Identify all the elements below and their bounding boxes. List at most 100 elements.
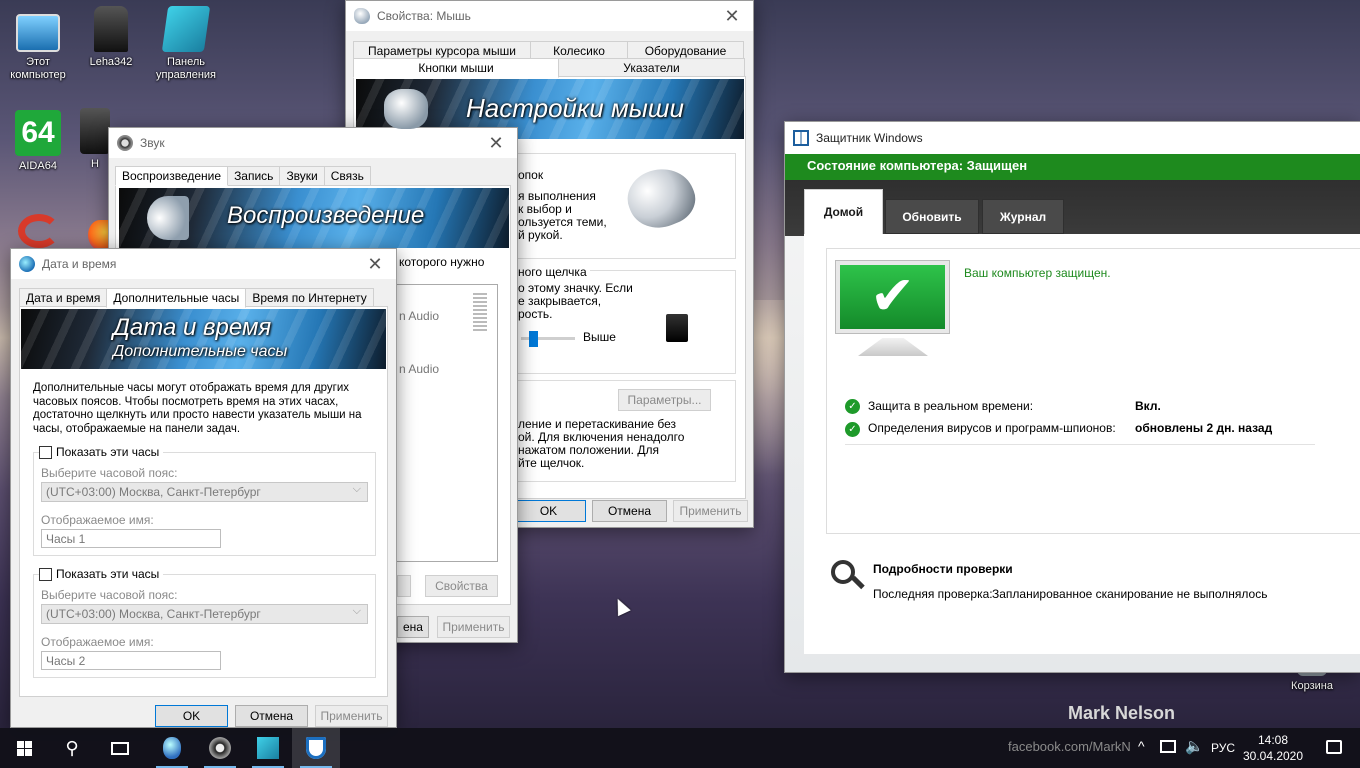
desktop-icon-this-pc[interactable]: Этот компьютер <box>0 8 76 82</box>
mouse-tab-row2: Кнопки мыши Указатели <box>353 58 745 78</box>
checkbox-icon[interactable] <box>39 568 52 582</box>
speaker-icon <box>117 135 133 151</box>
cancel-button[interactable]: Отмена <box>235 705 308 727</box>
apply-button[interactable]: Применить <box>437 616 510 638</box>
status-text: Состояние компьютера: Защищен <box>807 158 1028 173</box>
double-click-heading: ного щелчка <box>518 265 590 279</box>
device-name-2[interactable]: n Audio <box>399 362 439 376</box>
apply-button[interactable]: Применить <box>315 705 388 727</box>
banner-title: Воспроизведение <box>227 202 425 229</box>
close-icon[interactable]: ✕ <box>475 128 517 158</box>
clock2-tz-label: Выберите часовой пояс: <box>41 588 178 602</box>
monitor-checkmark-icon: ✔ <box>836 261 949 333</box>
definitions-check-icon: ✓ <box>845 422 860 437</box>
clock1-timezone-select[interactable]: (UTC+03:00) Москва, Санкт-Петербург <box>41 482 368 502</box>
taskbar-mouse-app[interactable] <box>148 728 196 768</box>
additional-clocks-description: Дополнительные часы могут отображать вре… <box>33 382 362 435</box>
banner-title: Дата и время <box>113 314 272 341</box>
network-icon[interactable] <box>1160 740 1176 753</box>
cancel-button[interactable]: Отмена <box>592 500 667 522</box>
window-title: Звук <box>140 136 165 150</box>
tab-additional-clocks[interactable]: Дополнительные часы <box>106 288 247 308</box>
show-hidden-icons[interactable]: ^ <box>1138 738 1145 754</box>
desktop-icon-user[interactable]: Leha342 <box>73 6 149 69</box>
close-icon[interactable]: ✕ <box>711 1 753 31</box>
sound-tabs: Воспроизведение Запись Звуки Связь <box>115 166 371 186</box>
search-button[interactable]: ⚲ <box>48 728 96 768</box>
text-line: й рукой. <box>518 228 563 242</box>
status-divider <box>845 444 1315 445</box>
banner-subtitle: Дополнительные часы <box>113 343 288 360</box>
properties-button[interactable]: Свойства <box>425 575 498 597</box>
text-line: рость. <box>518 307 553 321</box>
speaker-banner-icon <box>147 196 189 240</box>
aida64-icon: 64 <box>15 110 61 156</box>
buttons-config-text: опок я выполнения к выбор и ользуется те… <box>518 169 607 242</box>
tab-playback[interactable]: Воспроизведение <box>115 166 229 186</box>
folder-test-icon[interactable] <box>666 314 688 342</box>
clock2-timezone-select[interactable]: (UTC+03:00) Москва, Санкт-Петербург <box>41 604 368 624</box>
tab-communications[interactable]: Связь <box>323 166 371 186</box>
tab-history[interactable]: Журнал <box>982 199 1064 234</box>
defender-titlebar[interactable]: Защитник Windows <box>785 122 1360 154</box>
definitions-label: Определения вирусов и программ-шпионов: <box>868 421 1116 435</box>
volume-icon[interactable]: 🔈 <box>1185 737 1204 755</box>
datetime-titlebar[interactable]: Дата и время ✕ <box>11 249 396 279</box>
mouse-titlebar[interactable]: Свойства: Мышь ✕ <box>346 1 753 31</box>
taskbar-defender-app[interactable] <box>292 728 340 768</box>
wallpaper-watermark-url: facebook.com/MarkN <box>1008 739 1131 754</box>
tab-buttons[interactable]: Кнопки мыши <box>353 58 559 78</box>
mouse-cursor-icon <box>611 595 631 617</box>
taskbar-sound-app[interactable] <box>196 728 244 768</box>
sound-titlebar[interactable]: Звук ✕ <box>109 128 517 158</box>
click-lock-settings-button[interactable]: Параметры... <box>618 389 711 411</box>
configure-dropdown[interactable] <box>397 575 411 597</box>
apply-button[interactable]: Применить <box>673 500 748 522</box>
tab-date-time[interactable]: Дата и время <box>19 288 108 308</box>
cancel-button[interactable]: ена <box>397 616 429 638</box>
tab-sounds[interactable]: Звуки <box>279 166 325 186</box>
device-name-1[interactable]: n Audio <box>399 309 439 323</box>
tab-pointers[interactable]: Указатели <box>558 58 745 78</box>
speed-slider-thumb[interactable] <box>529 331 538 347</box>
realtime-check-icon: ✓ <box>845 399 860 414</box>
clock-date: 30.04.2020 <box>1242 749 1304 763</box>
clock[interactable]: 14:08 30.04.2020 <box>1240 732 1306 764</box>
tab-home[interactable]: Домой <box>804 189 883 234</box>
clock1-show-checkbox[interactable]: Показать эти часы <box>39 445 164 460</box>
playback-hint: которого нужно <box>399 255 485 269</box>
close-icon[interactable]: ✕ <box>354 249 396 279</box>
tab-internet-time[interactable]: Время по Интернету <box>245 288 374 308</box>
scan-details-heading: Подробности проверки <box>873 562 1013 576</box>
click-lock-text: ление и перетаскивание без ой. Для включ… <box>518 418 684 470</box>
start-button[interactable] <box>0 728 48 768</box>
desktop-icon-aida64[interactable]: 64 AIDA64 <box>0 110 76 173</box>
ok-button[interactable]: OK <box>155 705 228 727</box>
language-indicator[interactable]: РУС <box>1211 741 1235 755</box>
last-scan-value: Запланированное сканирование не выполнял… <box>992 587 1268 601</box>
desktop-icon-partial[interactable]: H <box>80 108 110 171</box>
window-title: Дата и время <box>42 257 117 271</box>
ok-button[interactable]: OK <box>511 500 586 522</box>
checkbox-label: Показать эти часы <box>56 567 160 581</box>
clock2-name-input[interactable]: Часы 2 <box>41 651 221 670</box>
tab-update[interactable]: Обновить <box>885 199 979 234</box>
text-line: йте щелчок. <box>518 456 585 470</box>
clock1-tz-label: Выберите часовой пояс: <box>41 466 178 480</box>
task-view-button[interactable] <box>96 728 144 768</box>
checkbox-icon[interactable] <box>39 446 52 460</box>
datetime-banner: Дата и время Дополнительные часы <box>21 309 386 369</box>
clock2-show-checkbox[interactable]: Показать эти часы <box>39 567 164 582</box>
taskbar-datetime-app[interactable] <box>244 728 292 768</box>
windows-logo-icon <box>16 740 32 756</box>
clock1-name-label: Отображаемое имя: <box>41 513 154 527</box>
tab-recording[interactable]: Запись <box>227 166 281 186</box>
level-meter <box>473 293 487 333</box>
ccleaner-icon[interactable] <box>18 214 60 248</box>
desktop-icon-label: Leha342 <box>89 56 133 68</box>
clock-globe-icon <box>257 737 279 759</box>
desktop-icon-label: Панель управления <box>156 56 216 81</box>
desktop-icon-control-panel[interactable]: Панель управления <box>148 6 224 82</box>
clock1-name-input[interactable]: Часы 1 <box>41 529 221 548</box>
notifications-icon[interactable] <box>1326 740 1342 754</box>
